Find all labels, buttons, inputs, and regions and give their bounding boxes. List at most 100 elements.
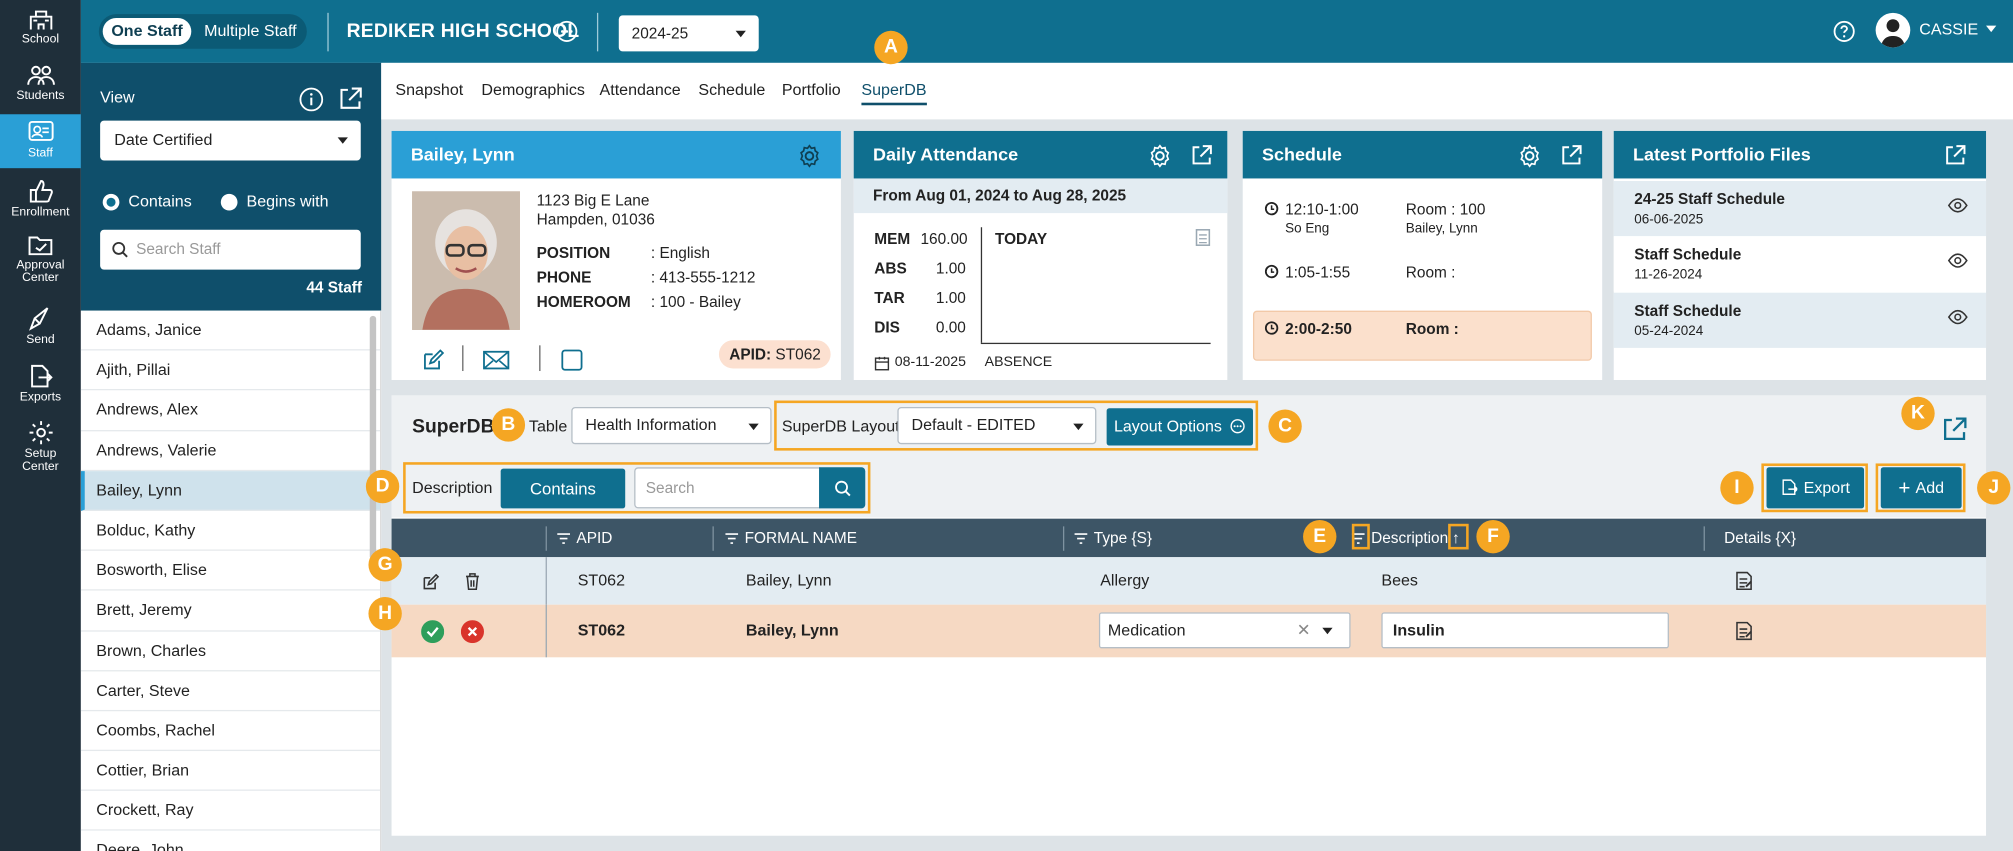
tab-portfolio[interactable]: Portfolio	[782, 81, 841, 99]
filter-icon[interactable]	[1074, 532, 1088, 544]
help-icon[interactable]	[1833, 20, 1855, 43]
clear-icon[interactable]: ✕	[1297, 614, 1311, 647]
open-external-icon[interactable]	[1941, 416, 1968, 443]
staff-list-item[interactable]: Bosworth, Elise	[80, 551, 381, 591]
view-select[interactable]: Date Certified	[100, 120, 361, 161]
tab-schedule[interactable]: Schedule	[698, 81, 765, 99]
edit-icon[interactable]	[422, 349, 445, 371]
table-row[interactable]: ST062 Bailey, Lynn Allergy Bees	[391, 557, 1987, 605]
filter-icon[interactable]	[725, 532, 739, 544]
details-icon[interactable]	[1734, 621, 1753, 641]
save-check-icon[interactable]	[421, 620, 445, 644]
highlight-filter-controls	[403, 462, 871, 514]
annotation-marker-b: B	[491, 408, 526, 442]
column-divider	[1062, 526, 1065, 551]
attendance-title: Daily Attendance	[872, 143, 1019, 165]
trash-icon[interactable]	[465, 573, 480, 591]
portfolio-file-row[interactable]: 24-25 Staff Schedule 06-06-2025	[1613, 181, 1987, 237]
staff-list-item-selected[interactable]: Bailey, Lynn	[80, 470, 381, 511]
att-value: 0.00	[935, 318, 966, 337]
schedule-title: Schedule	[1261, 143, 1342, 165]
staff-list-item[interactable]: Brett, Jeremy	[80, 591, 381, 631]
column-header-apid[interactable]: APID	[557, 529, 612, 547]
att-line	[980, 342, 1211, 345]
view-label: View	[100, 88, 135, 107]
school-menu-icon[interactable]	[556, 20, 578, 43]
position-value: : English	[650, 243, 710, 262]
table-row-editing[interactable]: ST062 Bailey, Lynn Medication ✕ Insulin	[391, 604, 1987, 658]
rail-setup-center[interactable]: Setup Center	[0, 420, 81, 479]
rail-exports[interactable]: Exports	[0, 363, 81, 407]
tab-superdb[interactable]: SuperDB	[861, 81, 927, 106]
one-staff-option[interactable]: One Staff	[102, 17, 192, 45]
contains-label: Contains	[128, 192, 192, 211]
info-icon[interactable]	[299, 87, 324, 112]
staff-search-placeholder: Search Staff	[136, 240, 221, 259]
view-eye-icon[interactable]	[1947, 253, 1969, 268]
school-year-select[interactable]: 2024-25	[618, 15, 759, 52]
staff-list-item[interactable]: Crockett, Ray	[80, 791, 381, 832]
description-input[interactable]: Insulin	[1381, 612, 1669, 649]
portfolio-file-row[interactable]: Staff Schedule 05-24-2024	[1613, 292, 1987, 348]
column-header-type[interactable]: Type {S}	[1074, 529, 1152, 547]
clock-icon	[1264, 321, 1279, 335]
open-external-icon[interactable]	[338, 86, 364, 112]
gear-icon[interactable]	[1148, 144, 1172, 168]
highlight-layout-controls	[774, 400, 1259, 451]
staff-search-input[interactable]: Search Staff	[100, 229, 361, 270]
table-select[interactable]: Health Information	[571, 406, 772, 445]
search-icon	[112, 241, 128, 258]
staff-list-item[interactable]: Coombs, Rachel	[80, 711, 381, 752]
cancel-close-icon[interactable]	[460, 620, 484, 644]
open-external-icon[interactable]	[1944, 144, 1967, 167]
portfolio-file-row[interactable]: Staff Schedule 11-26-2024	[1613, 236, 1987, 292]
staff-list-item[interactable]: Cottier, Brian	[80, 751, 381, 792]
view-eye-icon[interactable]	[1947, 309, 1969, 325]
staff-list-item[interactable]: Brown, Charles	[80, 631, 381, 672]
staff-mode-toggle[interactable]: One Staff Multiple Staff	[98, 14, 307, 49]
staff-list: Adams, Janice Ajith, Pillai Andrews, Ale…	[80, 310, 382, 851]
open-external-icon[interactable]	[1560, 144, 1583, 167]
staff-list-item[interactable]: Andrews, Alex	[80, 391, 381, 431]
multiple-staff-option[interactable]: Multiple Staff	[204, 18, 296, 45]
gear-icon[interactable]	[1517, 144, 1541, 168]
rail-school[interactable]: School	[0, 8, 81, 52]
open-external-icon[interactable]	[1190, 144, 1213, 167]
rail-approval-center[interactable]: Approval Center	[0, 234, 81, 293]
staff-list-item[interactable]: Carter, Steve	[80, 671, 381, 712]
rail-staff[interactable]: Staff	[0, 114, 81, 169]
rail-enrollment[interactable]: Enrollment	[0, 178, 81, 222]
column-header-formal-name[interactable]: FORMAL NAME	[725, 529, 857, 547]
rail-send[interactable]: Send	[0, 306, 81, 350]
tab-attendance[interactable]: Attendance	[600, 81, 681, 99]
column-header-details[interactable]: Details {X}	[1724, 529, 1796, 547]
contains-radio[interactable]: Contains	[102, 192, 192, 211]
staff-list-scrollbar[interactable]	[369, 315, 377, 560]
file-date: 05-24-2024	[1634, 323, 1704, 339]
staff-list-item[interactable]: Adams, Janice	[80, 311, 381, 351]
staff-list-item[interactable]: Deere, John	[81, 831, 380, 851]
staff-list-item[interactable]: Andrews, Valerie	[80, 431, 381, 471]
tab-demographics[interactable]: Demographics	[481, 81, 584, 99]
filter-icon[interactable]	[557, 532, 571, 544]
gear-icon[interactable]	[797, 144, 821, 168]
action-divider	[539, 345, 541, 372]
rail-students[interactable]: Students	[0, 64, 81, 108]
edit-icon[interactable]	[422, 573, 440, 591]
view-eye-icon[interactable]	[1947, 198, 1969, 213]
user-menu[interactable]: CASSIE	[1919, 21, 1997, 39]
checkbox-icon[interactable]	[561, 349, 583, 371]
begins-with-radio[interactable]: Begins with	[220, 193, 329, 211]
profile-photo	[412, 191, 520, 330]
staff-list-item[interactable]: Bolduc, Kathy	[80, 511, 381, 551]
notes-icon[interactable]	[1195, 229, 1211, 247]
staff-list-item[interactable]: Ajith, Pillai	[80, 351, 381, 391]
chevron-down-icon	[748, 423, 759, 431]
column-label: APID	[576, 528, 613, 547]
mail-icon[interactable]	[483, 350, 510, 370]
user-avatar[interactable]	[1875, 12, 1911, 48]
tab-snapshot[interactable]: Snapshot	[395, 81, 463, 99]
type-select[interactable]: Medication ✕	[1098, 612, 1351, 649]
portfolio-card-header: Latest Portfolio Files	[1613, 130, 1987, 179]
details-icon[interactable]	[1734, 571, 1753, 591]
